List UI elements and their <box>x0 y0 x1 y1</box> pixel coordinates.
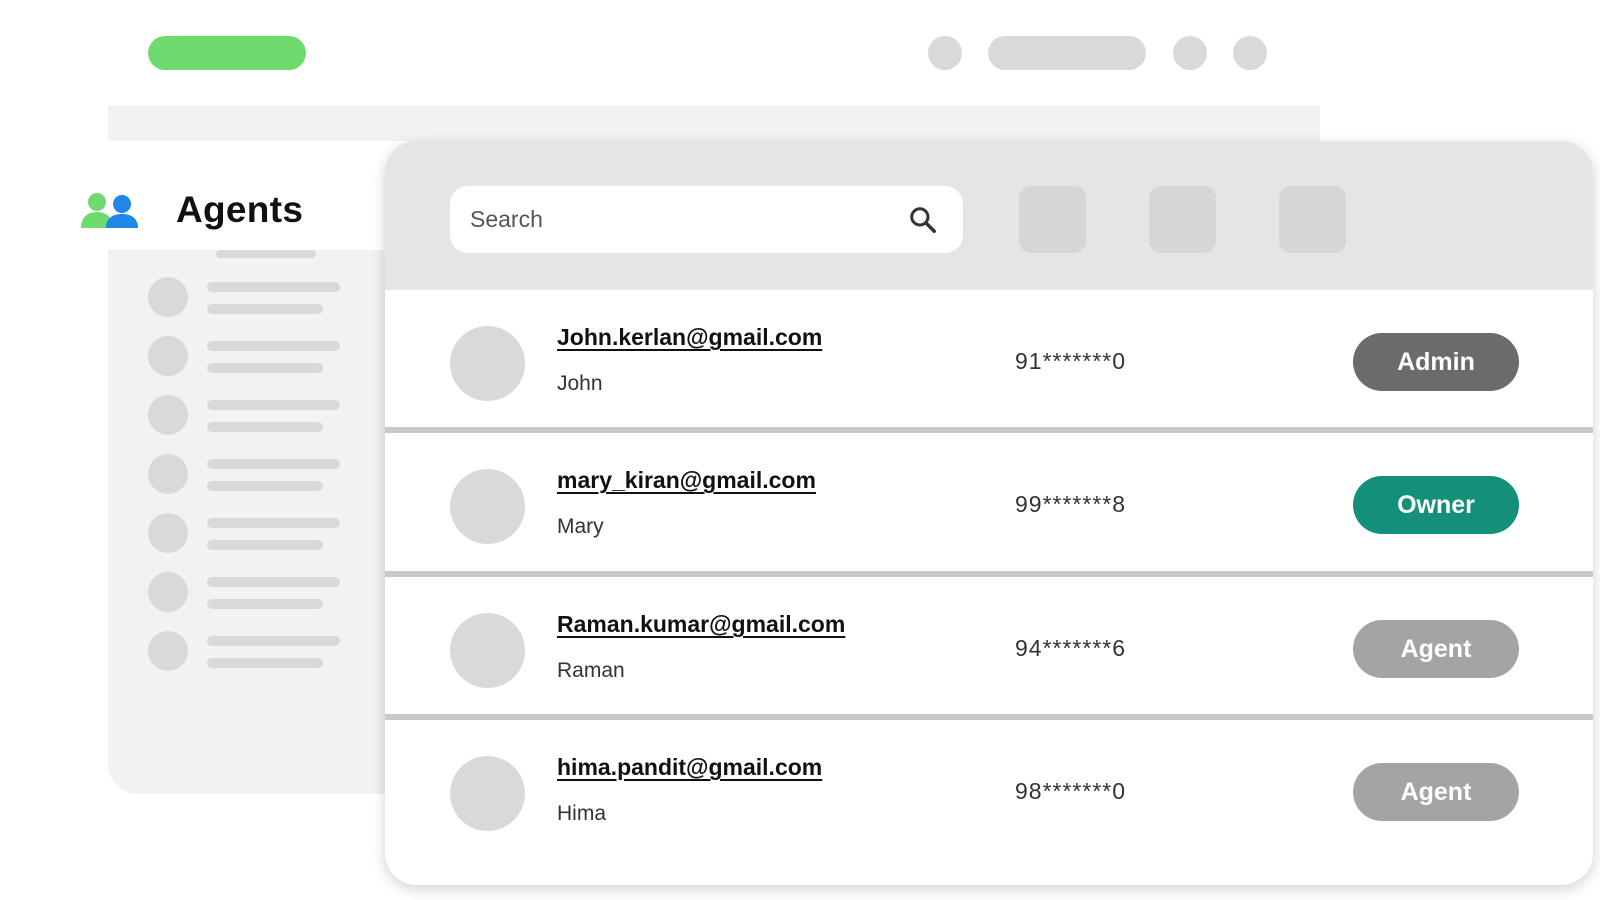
agent-phone: 99*******8 <box>1015 491 1127 517</box>
role-badge-admin[interactable]: Admin <box>1353 333 1519 391</box>
sidebar-item[interactable] <box>148 277 368 317</box>
logo-placeholder <box>148 36 306 70</box>
agent-row[interactable]: John.kerlan@gmail.com John 91*******0 Ad… <box>385 290 1593 434</box>
agents-panel: John.kerlan@gmail.com John 91*******0 Ad… <box>385 141 1593 885</box>
agent-phone: 94*******6 <box>1015 635 1127 661</box>
agent-email-link[interactable]: John.kerlan@gmail.com <box>557 324 822 351</box>
agent-phone: 91*******0 <box>1015 348 1127 374</box>
agent-email-link[interactable]: hima.pandit@gmail.com <box>557 754 822 781</box>
panel-header <box>385 141 1593 290</box>
role-badge-owner[interactable]: Owner <box>1353 476 1519 534</box>
avatar <box>450 613 525 688</box>
agent-email-link[interactable]: mary_kiran@gmail.com <box>557 467 816 494</box>
sidebar-item[interactable] <box>148 572 368 612</box>
agent-name: Raman <box>557 659 625 682</box>
toolbar-button[interactable] <box>1019 186 1086 253</box>
sidebar-item[interactable] <box>148 631 368 671</box>
page-header: Agents <box>80 170 380 250</box>
search-input[interactable] <box>450 186 963 253</box>
nav-dot[interactable] <box>928 36 962 70</box>
nav-pill-placeholder[interactable] <box>988 36 1146 70</box>
agent-row[interactable]: hima.pandit@gmail.com Hima 98*******0 Ag… <box>385 720 1593 864</box>
agent-row[interactable]: mary_kiran@gmail.com Mary 99*******8 Own… <box>385 433 1593 577</box>
agent-name: Mary <box>557 515 604 538</box>
nav-dot[interactable] <box>1233 36 1267 70</box>
role-badge-agent[interactable]: Agent <box>1353 620 1519 678</box>
agent-name: John <box>557 372 603 395</box>
agent-phone: 98*******0 <box>1015 778 1127 804</box>
avatar <box>450 326 525 401</box>
toolbar-button[interactable] <box>1279 186 1346 253</box>
window-bar <box>108 106 1320 141</box>
agent-row[interactable]: Raman.kumar@gmail.com Raman 94*******6 A… <box>385 577 1593 721</box>
search-icon[interactable] <box>908 205 938 235</box>
toolbar-button[interactable] <box>1149 186 1216 253</box>
agent-name: Hima <box>557 802 607 825</box>
avatar <box>450 756 525 831</box>
page-title: Agents <box>176 189 304 230</box>
nav-dot[interactable] <box>1173 36 1207 70</box>
sidebar-item[interactable] <box>148 395 368 435</box>
sidebar-item[interactable] <box>148 513 368 553</box>
sidebar-item[interactable] <box>148 336 368 376</box>
avatar <box>450 469 525 544</box>
agent-email-link[interactable]: Raman.kumar@gmail.com <box>557 611 845 638</box>
sidebar-placeholder-line <box>216 250 316 258</box>
sidebar-item[interactable] <box>148 454 368 494</box>
role-badge-agent[interactable]: Agent <box>1353 763 1519 821</box>
users-icon <box>81 193 138 228</box>
